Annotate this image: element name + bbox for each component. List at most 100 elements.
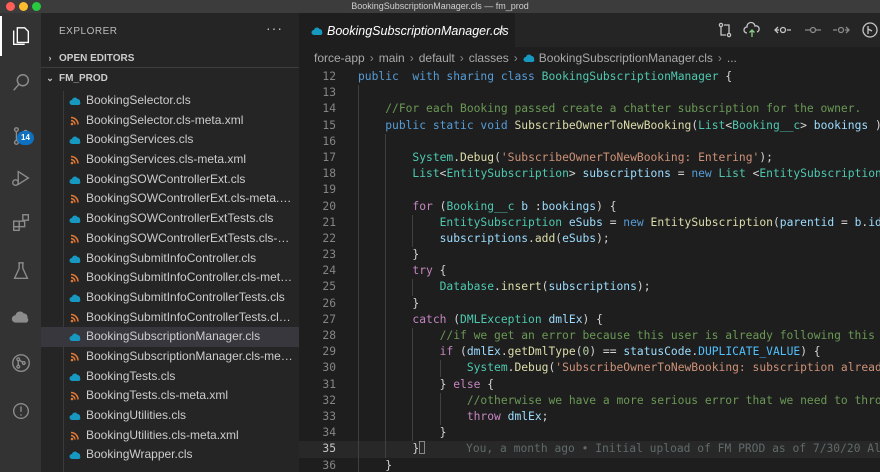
run-debug-icon[interactable] [0, 158, 41, 198]
code-text: public with sharing class BookingSubscri… [358, 69, 732, 85]
line-number: 29 [322, 345, 336, 359]
chevron-right-icon: › [369, 51, 374, 65]
code-line: 18 List<EntitySubscription> subscription… [299, 166, 880, 183]
file-tree-item[interactable]: BookingSubscriptionManager.cls [41, 327, 299, 347]
file-name: BookingServices.cls [86, 132, 194, 147]
breadcrumb-item[interactable]: force-app [314, 51, 365, 65]
file-tree-item[interactable]: BookingSubmitInfoController.cls-meta.xml [41, 268, 299, 288]
breadcrumb-item[interactable]: classes [469, 51, 509, 65]
testing-icon[interactable] [0, 251, 41, 291]
compare-changes-icon[interactable] [716, 21, 734, 39]
more-actions-button[interactable]: ··· [266, 20, 283, 36]
code-token: ( [453, 345, 467, 359]
indent-guide [385, 182, 387, 199]
open-editors-section[interactable]: › OPEN EDITORS [41, 48, 299, 68]
rss-xml-file-icon [70, 195, 79, 204]
close-tab-icon[interactable]: × [497, 14, 505, 48]
file-tree-item[interactable]: BookingUtilities.cls [41, 406, 299, 426]
breadcrumb: force-app › main › default › classes › BookingSu… [299, 47, 880, 69]
window-title: BookingSubscriptionManager.cls — fm_prod [351, 1, 529, 11]
code-editor[interactable]: 12 public with sharing class BookingSubsc… [299, 69, 880, 472]
code-token: with sharing class [412, 70, 535, 83]
git-graph-icon[interactable] [0, 343, 41, 383]
code-text: for (Booking__c b :bookings) { [358, 199, 616, 215]
code-token: new [691, 167, 712, 181]
file-tree-item[interactable]: BookingUtilities.cls-meta.xml [41, 426, 299, 446]
problems-icon[interactable] [0, 391, 41, 431]
file-tree-item[interactable]: BookingSubmitInfoControllerTests.cls-m..… [41, 308, 299, 328]
code-token: EntitySubscription [439, 215, 563, 229]
file-tree-item[interactable]: BookingSOWControllerExt.cls [41, 170, 299, 190]
file-name: BookingSubmitInfoController.cls [86, 250, 257, 265]
code-token: public static void [385, 118, 508, 132]
previous-change-icon[interactable] [774, 21, 792, 39]
code-token: < [745, 167, 760, 181]
code-text: } [358, 296, 419, 312]
file-tree-item[interactable]: BookingTests.cls [41, 367, 299, 387]
rss-xml-file-icon [70, 116, 79, 125]
deploy-cloud-icon[interactable] [743, 21, 761, 39]
file-tree-item[interactable]: BookingTests.cls-meta.xml [41, 386, 299, 406]
salesforce-icon[interactable] [0, 298, 41, 338]
file-tree-item[interactable]: BookingServices.cls [41, 130, 299, 150]
code-token: Debug [514, 361, 549, 375]
breadcrumb-item[interactable]: ... [727, 51, 737, 65]
line-number: 35 [322, 442, 336, 456]
code-token: bookings [541, 199, 597, 213]
tab-booking-subscription-manager[interactable]: BookingSubscriptionManager.cls × [299, 13, 515, 47]
file-tree-item[interactable]: BookingSubscriptionManager.cls-meta.x... [41, 347, 299, 367]
line-number: 15 [322, 118, 336, 132]
breadcrumb-item[interactable]: main [379, 51, 405, 65]
code-line: 26 } [299, 295, 880, 312]
code-text: } [358, 458, 392, 472]
breadcrumb-item[interactable]: default [419, 51, 455, 65]
file-tree-item[interactable]: BookingSelector.cls-meta.xml [41, 111, 299, 131]
file-name: BookingUtilities.cls-meta.xml [86, 427, 239, 442]
code-token: Booking__c [446, 199, 515, 213]
code-line: 33 throw dmlEx; [299, 408, 880, 426]
extensions-icon[interactable] [0, 203, 41, 243]
code-line: 25 Database.insert(subscriptions); [299, 279, 880, 296]
next-change-icon[interactable] [832, 21, 850, 39]
timeline-icon[interactable] [804, 21, 822, 39]
line-number: 34 [322, 426, 336, 440]
file-tree-item[interactable]: BookingSubmitInfoController.cls [41, 249, 299, 269]
explorer-icon[interactable] [0, 16, 41, 56]
code-token: List [698, 118, 726, 132]
file-tree-item[interactable]: BookingSubmitInfoControllerTests.cls [41, 288, 299, 308]
file-tree-item[interactable]: BookingSelector.cls [41, 91, 299, 111]
code-token: SubscribeOwnerToNewBooking [514, 118, 692, 132]
file-tree-item[interactable]: BookingServices.cls-meta.xml [41, 150, 299, 170]
open-editors-label: OPEN EDITORS [59, 53, 135, 64]
file-tree-item[interactable]: BookingSOWControllerExtTests.cls-met... [41, 229, 299, 249]
apex-file-icon [69, 255, 81, 263]
file-name: BookingSubscriptionManager.cls-meta.x... [86, 348, 296, 363]
apex-file-icon [69, 97, 81, 105]
code-token: subscriptions [548, 280, 637, 294]
code-token: Debug [460, 150, 495, 164]
code-token: for [412, 199, 433, 213]
file-tree-item[interactable]: BookingWrapper.cls [41, 445, 299, 465]
project-section[interactable]: ⌄ FM_PROD [41, 67, 299, 87]
file-name: BookingSelector.cls-meta.xml [86, 112, 244, 127]
file-tree-item[interactable]: BookingSOWControllerExtTests.cls [41, 209, 299, 229]
indent-guide [358, 133, 359, 150]
search-icon[interactable] [0, 63, 41, 103]
breadcrumb-item[interactable]: BookingSubscriptionManager.cls [539, 51, 713, 65]
code-token: . [494, 280, 501, 294]
git-lens-icon[interactable] [861, 21, 879, 39]
apex-file-icon [69, 215, 81, 224]
file-tree-item[interactable]: BookingSOWControllerExt.cls-meta.xml [41, 189, 299, 209]
code-text: Database.insert(subscriptions); [358, 279, 651, 295]
code-token: DUPLICATE_VALUE [698, 345, 801, 359]
code-token: } [358, 296, 420, 310]
apex-file-icon [69, 412, 81, 420]
